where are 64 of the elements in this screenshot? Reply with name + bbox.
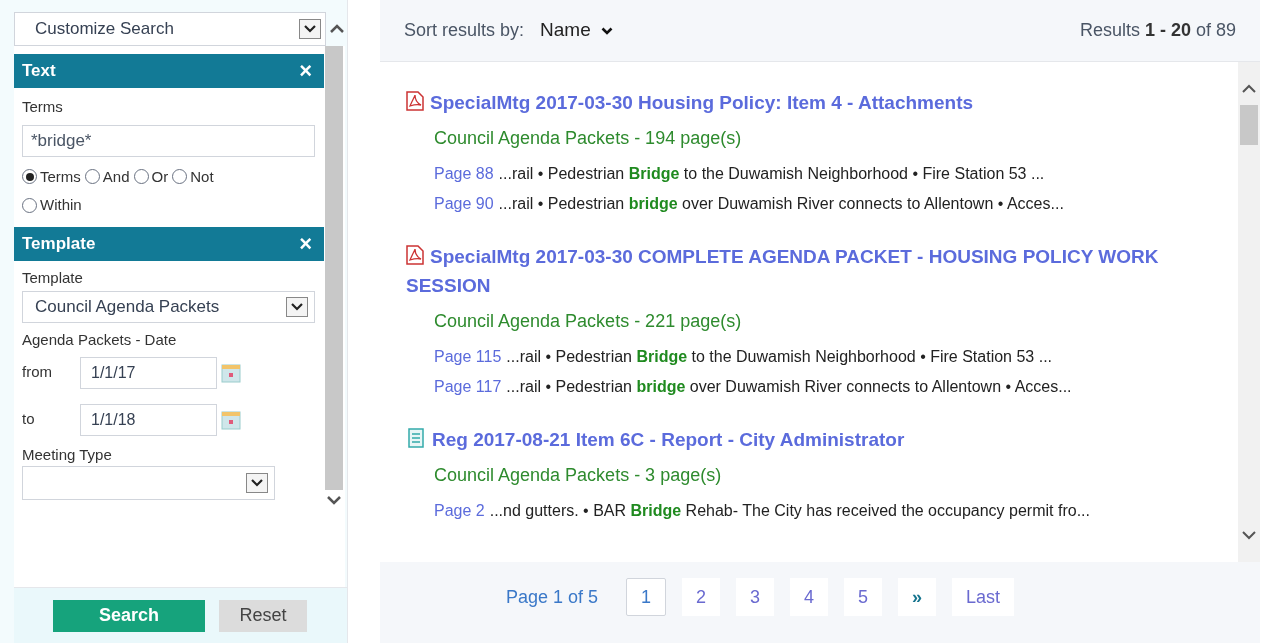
- page-button[interactable]: 5: [844, 578, 883, 616]
- scroll-down-icon[interactable]: [1242, 531, 1256, 540]
- radio-option[interactable]: Terms: [22, 165, 81, 188]
- dropdown-caret-icon: [299, 19, 321, 39]
- dropdown-caret-icon: [246, 473, 268, 493]
- page-button[interactable]: 3: [736, 578, 775, 616]
- section-title: Template: [22, 232, 96, 255]
- next-pages-button[interactable]: »: [898, 578, 937, 616]
- result-source: Council Agenda Packets - 194 page(s): [434, 127, 743, 150]
- hit-snippet: ...rail • Pedestrian bridge over Duwamish River connects to Allentown • Acces...: [506, 377, 1072, 397]
- customize-select[interactable]: Customize Search: [14, 12, 326, 46]
- page-link[interactable]: Page 117: [434, 375, 502, 399]
- field-label: to: [22, 409, 36, 430]
- results-count: Results 1 - 20 of 89: [1079, 19, 1236, 42]
- page-link[interactable]: Page 90: [434, 192, 494, 216]
- page-link[interactable]: Page 88: [434, 162, 494, 186]
- result-source: Council Agenda Packets - 221 page(s): [434, 310, 743, 333]
- search-button[interactable]: Search: [53, 599, 205, 632]
- close-button[interactable]: ×: [299, 60, 316, 82]
- radio-option[interactable]: And: [84, 165, 130, 188]
- field-label: from: [22, 362, 53, 383]
- page-indicator: Page 1 of 5: [505, 585, 599, 609]
- sort-label: Sort results by:: [404, 19, 525, 42]
- field-label: Meeting Type: [22, 444, 113, 465]
- sort-dropdown[interactable]: Name: [540, 16, 613, 45]
- page-link[interactable]: Page 2: [434, 499, 485, 523]
- calendar-icon[interactable]: [221, 409, 241, 430]
- to-date-field[interactable]: 1/1/18: [80, 403, 217, 436]
- radio-option[interactable]: Not: [172, 165, 214, 188]
- page-button[interactable]: 4: [790, 578, 829, 616]
- field-label: Agenda Packets - Date: [22, 330, 178, 350]
- page-button[interactable]: 1: [626, 578, 667, 616]
- page-link[interactable]: Page 115: [434, 345, 502, 369]
- result-title-link[interactable]: Reg 2017-08-21 Item 6C - Report - City Administrator: [406, 425, 1218, 454]
- page-button[interactable]: 2: [682, 578, 721, 616]
- last-page-button[interactable]: Last: [952, 578, 1015, 616]
- field-label: Template: [22, 267, 84, 288]
- pdf-file-icon: [406, 91, 424, 111]
- scrollbar-thumb[interactable]: [324, 46, 343, 490]
- pdf-file-icon: [406, 245, 424, 265]
- result-title-link[interactable]: SpecialMtg 2017-03-30 COMPLETE AGENDA PACKET - HOUSING POLICY WORK SESSION: [406, 242, 1218, 300]
- close-button[interactable]: ×: [299, 232, 316, 255]
- hit-snippet: ...rail • Pedestrian bridge over Duwamish River connects to Allentown • Acces...: [498, 194, 1064, 214]
- from-date-field[interactable]: 1/1/17: [80, 356, 217, 389]
- scroll-down-icon[interactable]: [326, 496, 341, 505]
- radio-option[interactable]: Within: [22, 194, 82, 217]
- hit-snippet: ...nd gutters. • BAR Bridge Rehab- The City has received the occupancy permit fro...: [489, 501, 1090, 521]
- chevron-down-icon: [600, 26, 613, 35]
- template-select[interactable]: Council Agenda Packets: [22, 291, 315, 323]
- radio-option[interactable]: Or: [133, 165, 169, 188]
- calendar-icon[interactable]: [221, 362, 241, 383]
- hit-snippet: ...rail • Pedestrian Bridge to the Duwamish Neighborhood • Fire Station 53 ...: [506, 347, 1052, 367]
- result-source: Council Agenda Packets - 3 page(s): [434, 464, 723, 487]
- reset-button[interactable]: Reset: [219, 599, 307, 632]
- scroll-up-icon[interactable]: [1242, 84, 1256, 93]
- section-title: Text: [22, 60, 56, 83]
- hit-snippet: ...rail • Pedestrian Bridge to the Duwamish Neighborhood • Fire Station 53 ...: [498, 164, 1045, 184]
- terms-field[interactable]: *bridge*: [22, 124, 315, 157]
- document-icon: [408, 428, 424, 448]
- result-title-link[interactable]: SpecialMtg 2017-03-30 Housing Policy: Item 4 - Attachments: [406, 88, 1218, 117]
- field-label: Terms: [22, 97, 64, 117]
- dropdown-caret-icon: [286, 297, 308, 317]
- scroll-up-icon[interactable]: [329, 24, 344, 33]
- scrollbar-thumb[interactable]: [1240, 105, 1258, 145]
